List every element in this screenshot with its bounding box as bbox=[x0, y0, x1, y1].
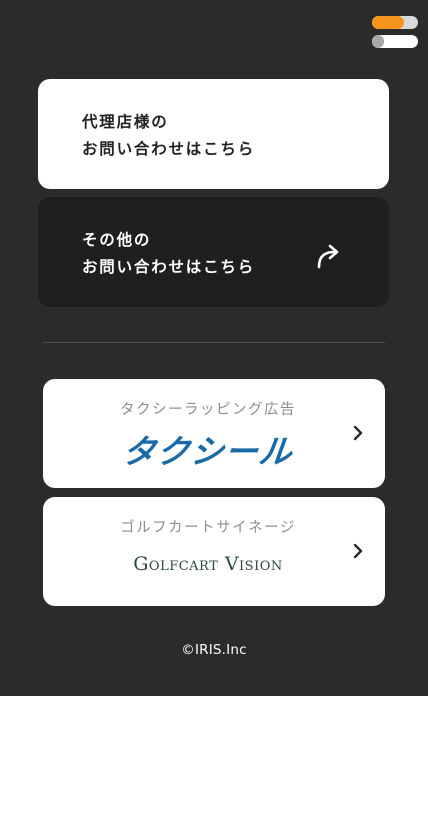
toggle-bar-top bbox=[372, 16, 418, 29]
menu-panel: 代理店様の お問い合わせはこちら その他の お問い合わせはこちら タクシーラッピ… bbox=[0, 0, 428, 696]
agency-contact-label: 代理店様の お問い合わせはこちら bbox=[82, 109, 255, 163]
section-divider bbox=[43, 342, 385, 343]
agency-contact-button[interactable]: 代理店様の お問い合わせはこちら bbox=[38, 79, 389, 189]
golfcart-signage-link[interactable]: ゴルフカートサイネージ Golfcart Vision bbox=[43, 497, 385, 606]
agency-contact-line1: 代理店様の bbox=[82, 113, 169, 131]
share-arrow-icon bbox=[317, 244, 339, 269]
chevron-right-icon bbox=[353, 425, 363, 441]
chevron-right-icon bbox=[353, 543, 363, 559]
agency-contact-line2: お問い合わせはこちら bbox=[82, 140, 256, 158]
menu-toggle-icon[interactable] bbox=[372, 16, 418, 50]
taxi-seal-logo: タクシール bbox=[120, 432, 295, 471]
golfcart-vision-logo: Golfcart Vision bbox=[133, 553, 283, 575]
taxi-wrapping-caption: タクシーラッピング広告 bbox=[120, 402, 296, 418]
taxi-wrapping-ad-link[interactable]: タクシーラッピング広告 タクシール bbox=[43, 379, 385, 488]
toggle-bar-bottom bbox=[372, 35, 418, 48]
other-contact-button[interactable]: その他の お問い合わせはこちら bbox=[38, 197, 389, 307]
golfcart-signage-caption: ゴルフカートサイネージ bbox=[120, 520, 296, 536]
other-contact-line2: お問い合わせはこちら bbox=[82, 258, 256, 276]
copyright-text: ©IRIS.Inc bbox=[181, 642, 247, 658]
other-contact-line1: その他の bbox=[82, 231, 152, 249]
other-contact-label: その他の お問い合わせはこちら bbox=[82, 227, 255, 281]
